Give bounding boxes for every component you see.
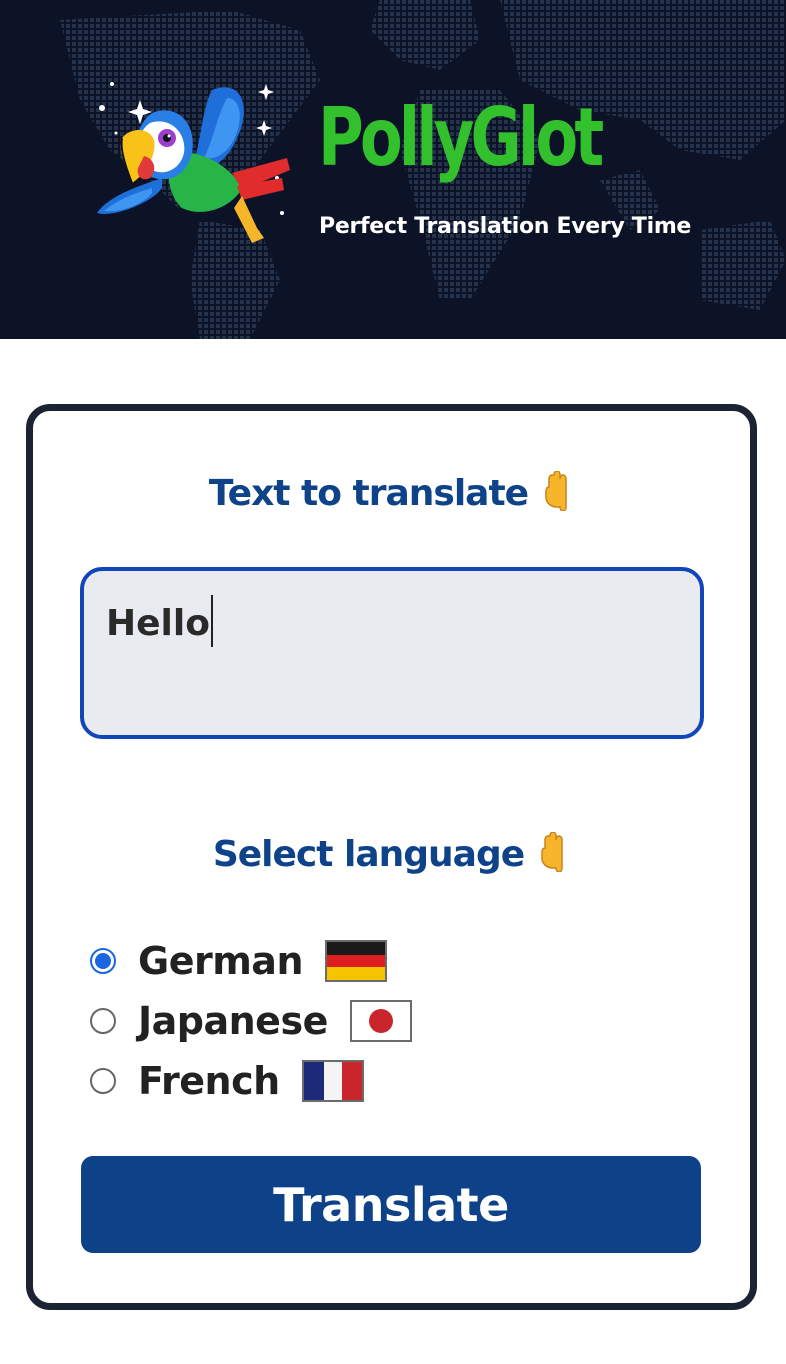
translate-text-input[interactable]: Hello <box>80 567 704 739</box>
translate-text-value: Hello <box>106 603 210 644</box>
translate-button[interactable]: Translate <box>81 1156 701 1253</box>
radio-german[interactable] <box>90 948 116 974</box>
app-header: PollyGlot Perfect Translation Every Time <box>0 0 786 339</box>
text-to-translate-label: Text to translate <box>208 473 529 514</box>
select-language-label: Select language <box>212 834 525 875</box>
pointing-down-icon <box>541 832 563 872</box>
language-label-german: German <box>138 939 304 983</box>
language-option-japanese[interactable]: Japanese <box>90 995 412 1047</box>
text-to-translate-heading: Text to translate <box>33 471 750 514</box>
select-language-heading: Select language <box>33 832 750 875</box>
language-option-french[interactable]: French <box>90 1055 364 1107</box>
app-title: PollyGlot <box>318 91 604 184</box>
app-tagline: Perfect Translation Every Time <box>319 214 692 239</box>
german-flag-icon <box>325 940 387 982</box>
language-label-french: French <box>138 1059 280 1103</box>
japanese-flag-icon <box>349 1000 412 1042</box>
language-option-german[interactable]: German <box>90 935 387 987</box>
parrot-icon <box>97 82 290 243</box>
translator-card: Text to translate Hello Select language … <box>26 404 757 1310</box>
radio-french[interactable] <box>90 1068 116 1094</box>
language-label-japanese: Japanese <box>138 999 328 1043</box>
radio-japanese[interactable] <box>90 1008 116 1034</box>
pointing-down-icon <box>545 471 567 511</box>
french-flag-icon <box>301 1060 364 1102</box>
text-cursor <box>210 595 213 647</box>
